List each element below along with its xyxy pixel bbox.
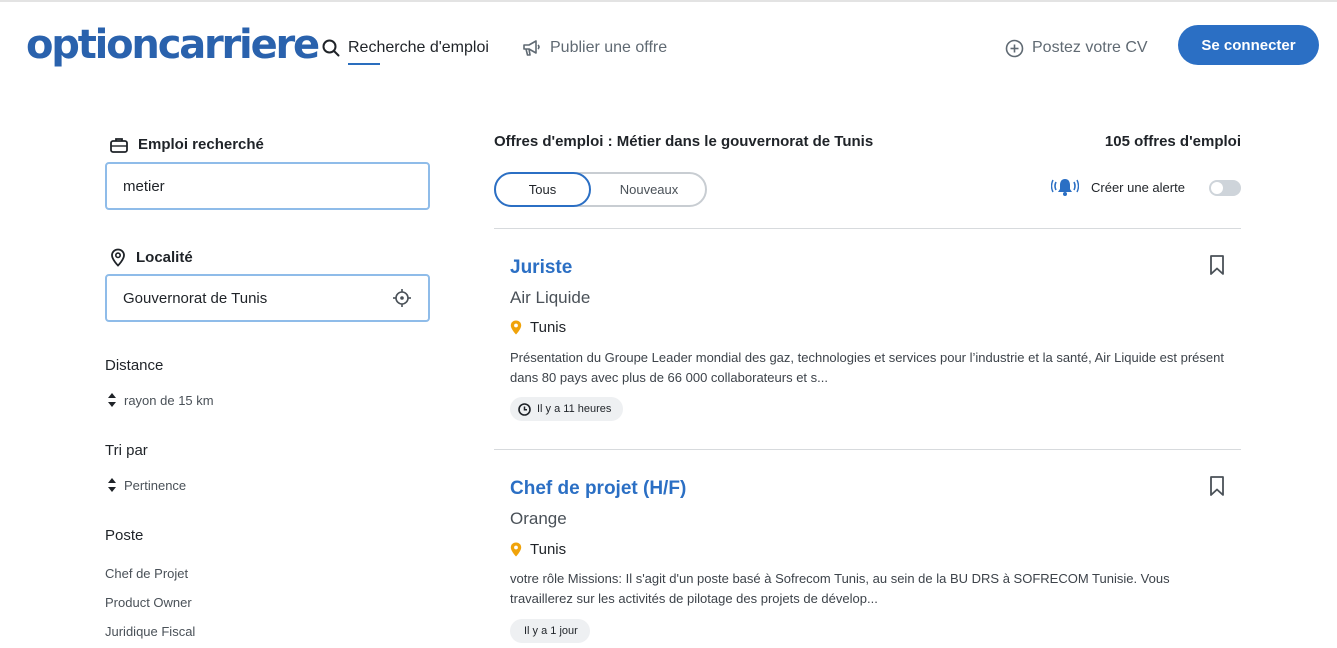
nav-post-cv-label: Postez votre CV: [1032, 39, 1148, 56]
sort-title: Tri par: [105, 442, 148, 459]
nav-publish-offer[interactable]: Publier une offre: [522, 36, 667, 60]
sort-arrows-icon: [107, 477, 117, 493]
location-value: Gouvernorat de Tunis: [123, 289, 268, 307]
briefcase-icon: [110, 137, 128, 153]
job-posted-badge: Il y a 1 jour: [510, 619, 590, 643]
job-divider: [494, 449, 1241, 450]
results-title: Offres d'emploi : Métier dans le gouvern…: [494, 133, 874, 150]
job-location: Tunis: [510, 319, 566, 336]
alert-toggle-knob: [1211, 182, 1223, 194]
job-posted-label: Il y a 1 jour: [524, 625, 578, 637]
plus-circle-icon: [1005, 39, 1024, 57]
job-search-value: metier: [123, 177, 165, 195]
alert-toggle-switch[interactable]: [1209, 180, 1241, 196]
login-button[interactable]: Se connecter: [1178, 25, 1319, 65]
create-alert[interactable]: Créer une alerte: [1051, 176, 1185, 198]
distance-value: rayon de 15 km: [124, 392, 214, 408]
job-location-label: Tunis: [530, 319, 567, 336]
job-search-label: Emploi recherché: [138, 136, 264, 153]
job-posted-badge: Il y a 11 heures: [510, 397, 624, 421]
location-label: Localité: [136, 249, 193, 266]
job-company: Air Liquide: [510, 288, 591, 307]
megaphone-icon: [523, 40, 540, 56]
top-border: [0, 0, 1337, 2]
location-input[interactable]: Gouvernorat de Tunis: [105, 274, 430, 322]
distance-select[interactable]: rayon de 15 km: [107, 392, 214, 408]
tab-all[interactable]: Tous: [494, 172, 591, 207]
job-title[interactable]: Juriste: [510, 257, 572, 279]
job-description: votre rôle Missions: Il s'agit d'un post…: [510, 571, 1170, 606]
job-company: Orange: [510, 509, 567, 528]
results-filter-toggle: Tous Nouveaux: [494, 172, 707, 207]
job-search-label-row: Emploi recherché: [110, 136, 264, 153]
bookmark-icon[interactable]: [1209, 475, 1225, 497]
site-logo[interactable]: optioncarriere: [26, 20, 320, 70]
location-label-row: Localité: [110, 248, 193, 267]
job-location: Tunis: [510, 541, 566, 558]
results-count: 105 offres d'emploi: [1104, 133, 1241, 150]
search-icon: [322, 39, 340, 57]
poste-filter-item[interactable]: Chef de Projet: [105, 566, 188, 581]
job-location-label: Tunis: [530, 541, 567, 558]
nav-publish-offer-label: Publier une offre: [550, 39, 668, 56]
location-pin-icon: [510, 542, 522, 557]
job-posted-label: Il y a 11 heures: [537, 403, 612, 415]
bookmark-icon[interactable]: [1209, 254, 1225, 276]
sort-select[interactable]: Pertinence: [107, 477, 186, 493]
sort-arrows-icon: [107, 392, 117, 408]
bell-ringing-icon: [1051, 179, 1079, 196]
clock-icon: [518, 402, 531, 416]
job-search-input[interactable]: metier: [105, 162, 430, 210]
tab-new[interactable]: Nouveaux: [591, 174, 707, 205]
results-divider: [494, 228, 1241, 229]
create-alert-label: Créer une alerte: [1091, 179, 1185, 195]
location-pin-icon: [510, 320, 522, 335]
nav-job-search-label: Recherche d'emploi: [348, 39, 489, 65]
job-title[interactable]: Chef de projet (H/F): [510, 478, 686, 500]
nav-post-cv[interactable]: Postez votre CV: [1005, 36, 1148, 60]
crosshair-icon[interactable]: [392, 288, 412, 308]
poste-filter-item[interactable]: Product Owner: [105, 595, 192, 610]
job-description: Présentation du Groupe Leader mondial de…: [510, 350, 1224, 385]
location-pin-icon: [111, 248, 125, 267]
sort-value: Pertinence: [124, 477, 187, 493]
distance-title: Distance: [105, 357, 164, 374]
poste-title: Poste: [105, 527, 144, 544]
nav-job-search[interactable]: Recherche d'emploi: [322, 36, 489, 65]
poste-filter-item[interactable]: Juridique Fiscal: [105, 624, 195, 639]
